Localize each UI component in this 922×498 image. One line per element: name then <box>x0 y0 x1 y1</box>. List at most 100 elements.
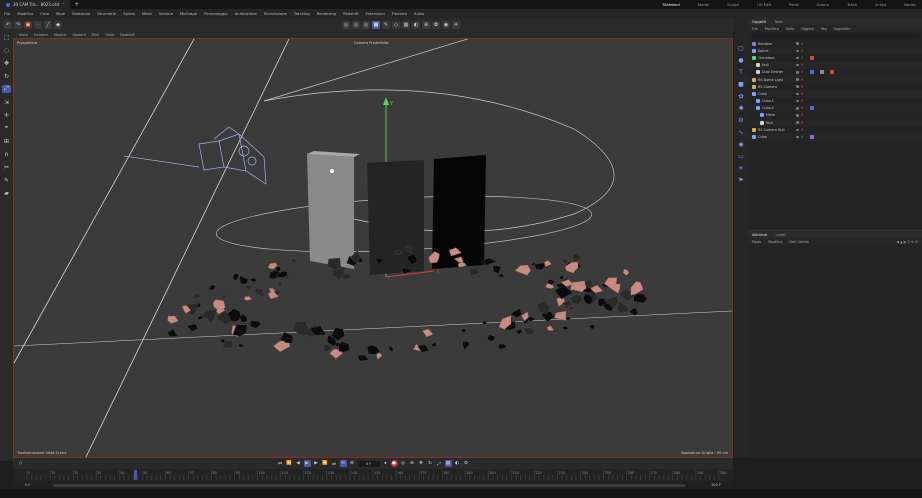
menu-item[interactable]: Rendering <box>317 11 336 16</box>
object-row[interactable]: RS Camera ✕ <box>748 83 922 90</box>
3d-viewport[interactable]: Prospettiva Camera Predefinita Trasforma… <box>13 38 733 458</box>
object-flags[interactable]: ✕ <box>796 106 814 111</box>
snap-icon[interactable]: ⌖ <box>2 124 11 132</box>
disabled-x-icon[interactable]: ✕ <box>801 70 804 74</box>
document-tab[interactable]: 30 CAM Tra... 8023.c4d * <box>0 0 71 9</box>
object-row[interactable]: Cubo ✓ <box>748 133 922 141</box>
visibility-dot-icon[interactable] <box>796 99 799 103</box>
knife-icon[interactable]: ✂ <box>2 163 11 171</box>
cloner-icon[interactable]: ✿ <box>737 92 746 100</box>
object-flags[interactable]: ✓ <box>796 41 804 46</box>
menu-item[interactable]: Simulazione <box>264 11 287 16</box>
viewport-menu-item[interactable]: Camere <box>34 33 48 37</box>
disabled-x-icon[interactable]: ✕ <box>801 106 804 110</box>
next-frame-icon[interactable]: ▶ <box>313 460 320 467</box>
object-flags[interactable]: ✕ <box>796 77 804 82</box>
visibility-dot-icon[interactable] <box>796 107 799 110</box>
viewport-menu-item[interactable]: Filtri <box>92 33 100 37</box>
subdivision-icon[interactable]: ◇ <box>392 20 400 29</box>
visibility-dot-icon[interactable] <box>796 49 799 53</box>
cube-icon[interactable]: ■ <box>372 20 380 29</box>
prev-key-icon[interactable]: ⏪ <box>286 460 293 467</box>
tag-icon[interactable] <box>809 70 814 75</box>
panel-tab[interactable]: Take <box>774 19 782 24</box>
visibility-dot-icon[interactable] <box>796 63 799 67</box>
object-row[interactable]: Cubo ✕ <box>748 90 922 98</box>
live-select-icon[interactable]: ◌ <box>2 46 11 54</box>
y-axis-arrow[interactable] <box>383 97 389 105</box>
key-mode-icon[interactable]: ◇ <box>17 460 24 467</box>
visibility-dot-icon[interactable] <box>796 128 799 132</box>
object-flags[interactable]: ✓ <box>796 55 814 60</box>
workplane-icon[interactable]: ⊞ <box>2 137 11 145</box>
menu-item[interactable]: Estensioni <box>365 11 384 16</box>
array-icon[interactable]: ▦ <box>402 20 410 29</box>
object-row[interactable]: Cubo.2 ✕ <box>748 104 922 112</box>
layout-7[interactable]: Script <box>875 2 886 7</box>
material-icon[interactable]: ◉ <box>737 140 746 148</box>
playhead[interactable] <box>133 470 137 480</box>
object-flags[interactable]: ✕ <box>796 70 834 75</box>
prev-frame-icon[interactable]: ◀ <box>295 460 302 467</box>
transform-icon[interactable]: ⇲ <box>2 98 11 106</box>
disabled-x-icon[interactable]: ✕ <box>801 63 804 67</box>
brush-icon[interactable]: ✎ <box>2 176 11 184</box>
range-end-field[interactable]: 300 F <box>711 483 721 487</box>
paint-icon[interactable]: ▰ <box>2 189 11 197</box>
frame-step-icon[interactable]: ◂ <box>382 460 389 467</box>
menu-item[interactable]: Tracking <box>294 11 310 16</box>
next-key-icon[interactable]: ⏩ <box>322 460 329 467</box>
layout-4[interactable]: Paint <box>789 2 798 7</box>
camera-icon[interactable]: ▭ <box>737 152 746 160</box>
camera-icon[interactable]: ◉ <box>442 20 450 29</box>
object-flags[interactable]: ✓ <box>796 135 814 140</box>
viewport-menu-item[interactable]: Redshift <box>120 33 135 37</box>
panel-menu-item[interactable]: File <box>752 27 758 31</box>
field-icon[interactable]: ⊕ <box>422 20 430 29</box>
visibility-dot-icon[interactable] <box>796 42 799 45</box>
rotate-icon[interactable]: ↻ <box>2 72 11 80</box>
model-mode-icon[interactable]: ▣ <box>24 20 32 29</box>
menu-item[interactable]: Modifica <box>17 11 33 16</box>
object-flags[interactable]: ✕ <box>796 127 804 132</box>
scene-icon[interactable]: ✿ <box>432 20 440 29</box>
panel-menu-item[interactable]: Vista <box>786 27 794 31</box>
undo-icon[interactable]: ↶ <box>4 20 12 29</box>
object-row[interactable]: RS Dome Light ✕ <box>748 75 922 84</box>
panel-menu-item[interactable]: Modo <box>752 240 761 244</box>
disabled-x-icon[interactable]: ✕ <box>801 113 804 117</box>
layout-0[interactable]: Standard <box>663 2 680 7</box>
layout-3[interactable]: UV Edit <box>757 2 771 7</box>
fps-icon[interactable]: ⚙ <box>349 460 356 467</box>
deformer-icon[interactable]: ◐ <box>412 20 420 29</box>
disabled-x-icon[interactable]: ✕ <box>801 91 804 96</box>
visibility-dot-icon[interactable] <box>796 78 799 81</box>
panel-menu-item[interactable]: Oggetti <box>801 27 814 31</box>
menu-item[interactable]: Personaggio <box>204 11 227 16</box>
object-search-field[interactable] <box>751 33 919 39</box>
visibility-dot-icon[interactable] <box>796 135 799 139</box>
tag-icon[interactable] <box>819 70 824 75</box>
enabled-check-icon[interactable]: ✓ <box>801 41 804 46</box>
object-flags[interactable]: ✕ <box>796 63 804 67</box>
panel-menu-item[interactable]: Modifica <box>768 240 782 244</box>
tag-icon[interactable]: ⚑ <box>737 176 746 184</box>
cube-icon[interactable]: ■ <box>737 80 746 88</box>
disabled-x-icon[interactable]: ✕ <box>801 84 804 89</box>
keyframe-selection-icon[interactable]: ⊕ <box>409 460 416 467</box>
tag-icon[interactable] <box>809 135 814 140</box>
menu-item[interactable]: Aiuto <box>414 11 424 16</box>
panel-tab[interactable]: Livelli <box>775 232 786 237</box>
axis-icon[interactable]: ✛ <box>2 111 11 119</box>
menu-item[interactable]: Mesh <box>142 11 152 16</box>
object-row[interactable]: Cubo.1 ✕ <box>748 98 922 105</box>
menu-item[interactable]: Redshift <box>343 11 358 16</box>
disabled-x-icon[interactable]: ✕ <box>801 77 804 82</box>
object-row[interactable]: Random ✓ <box>748 40 922 47</box>
object-flags[interactable]: ✕ <box>796 99 804 103</box>
visibility-dot-icon[interactable] <box>796 85 799 88</box>
menu-item[interactable]: Seleziona <box>72 11 90 16</box>
key-param-icon[interactable]: ▦ <box>444 460 452 467</box>
move-icon[interactable]: ✥ <box>2 59 11 67</box>
light-icon[interactable]: ☀ <box>452 20 460 29</box>
